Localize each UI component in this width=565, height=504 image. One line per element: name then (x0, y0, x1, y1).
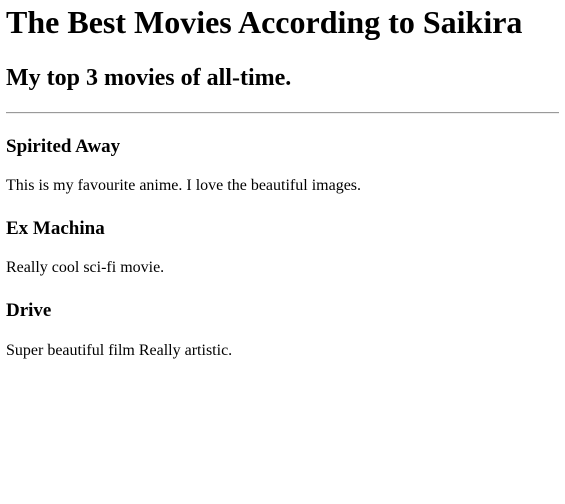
movie-description-ex-machina: Really cool sci-fi movie. (6, 259, 165, 276)
movie-title-drive: Drive (6, 300, 52, 321)
movie-description-drive: Super beautiful film Really artistic. (6, 342, 233, 359)
movie-description-spirited-away: This is my favourite anime. I love the b… (6, 177, 362, 194)
movie-title-spirited-away: Spirited Away (6, 136, 121, 157)
movie-title-ex-machina: Ex Machina (6, 218, 105, 239)
page-title: The Best Movies According to Saikira (6, 4, 523, 40)
horizontal-divider (6, 112, 559, 114)
page-subtitle: My top 3 movies of all-time. (6, 65, 292, 91)
page-body: The Best Movies According to Saikira My … (0, 0, 565, 504)
